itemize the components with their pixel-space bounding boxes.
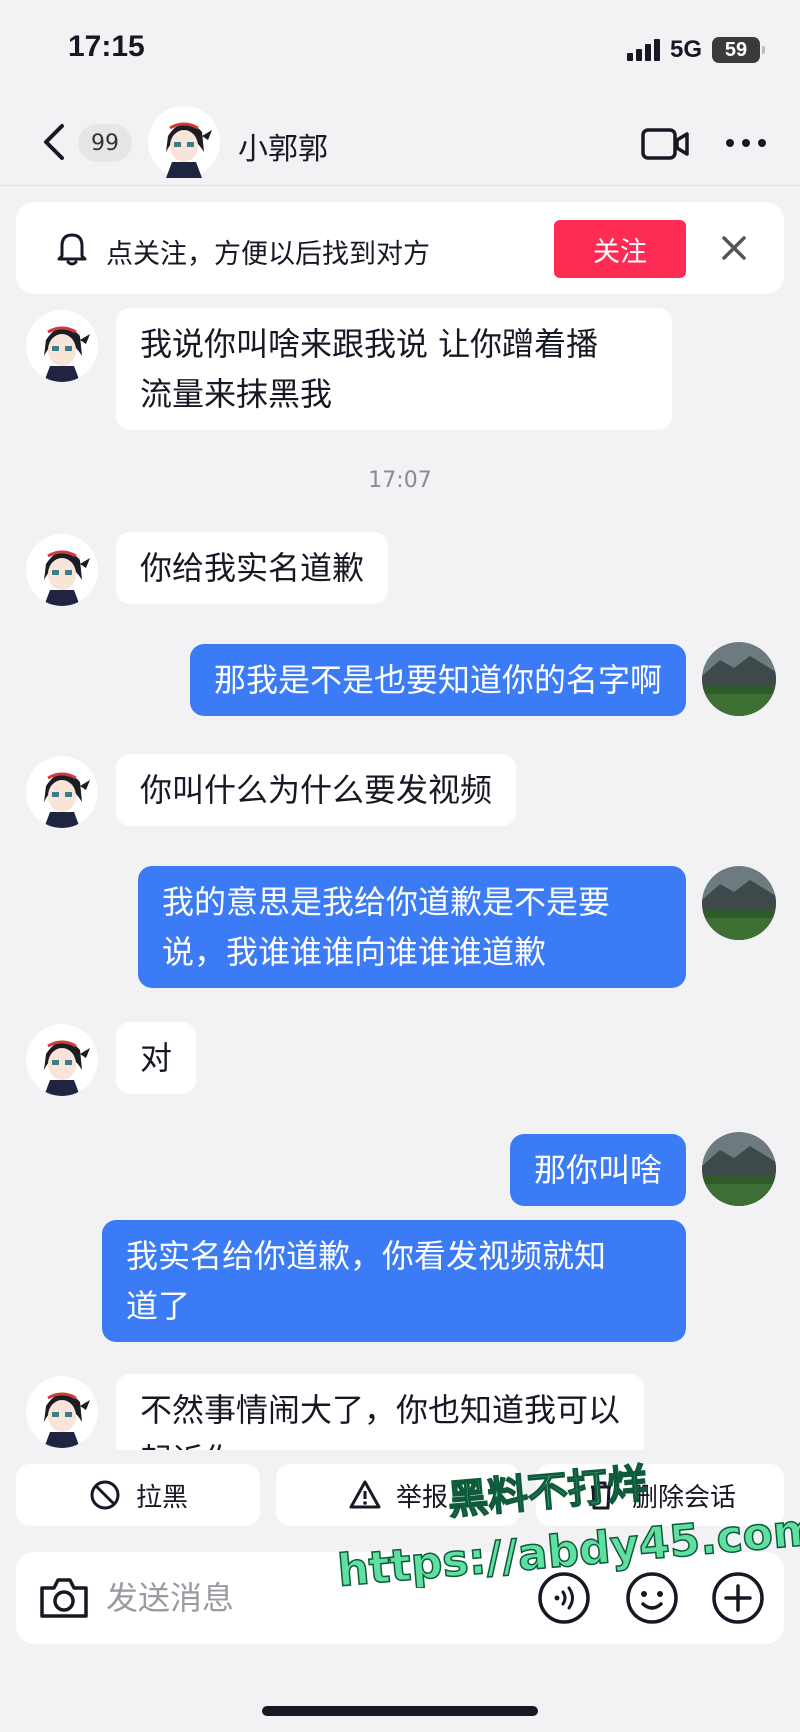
message-input[interactable]	[106, 1568, 536, 1628]
close-icon[interactable]	[716, 230, 752, 266]
status-indicators: 5G 59	[626, 36, 765, 64]
landscape-avatar-icon	[702, 866, 776, 940]
battery-icon: 59	[712, 37, 765, 63]
home-indicator	[262, 1706, 538, 1716]
video-call-icon[interactable]	[640, 124, 690, 164]
voice-message-icon[interactable]	[536, 1570, 592, 1626]
follow-button[interactable]: 关注	[554, 220, 686, 278]
message-bubble-incoming[interactable]: 不然事情闹大了，你也知道我可以 起诉你	[116, 1374, 645, 1450]
block-label: 拉黑	[135, 1482, 188, 1513]
report-button[interactable]: 举报	[276, 1464, 520, 1526]
message-line: 我的意思是我给你道歉是不是要	[162, 883, 611, 921]
self-avatar[interactable]	[702, 866, 776, 940]
status-bar: 17:15 5G 59	[0, 0, 800, 100]
anime-avatar-icon	[26, 756, 98, 828]
message-line: 道了	[126, 1287, 191, 1325]
message-bubble-incoming[interactable]: 我说你叫啥来跟我说 让你蹭着播 流量来抹黑我	[116, 308, 672, 430]
message-bubble-outgoing[interactable]: 那我是不是也要知道你的名字啊	[189, 644, 686, 716]
more-options-icon[interactable]	[724, 136, 768, 150]
landscape-avatar-icon	[702, 1132, 776, 1206]
anime-avatar-icon	[26, 310, 98, 382]
anime-avatar-icon	[26, 1024, 98, 1096]
message-line: 我实名给你道歉，你看发视频就知	[126, 1237, 607, 1275]
delete-conversation-button[interactable]: 删除会话	[536, 1464, 784, 1526]
quick-actions: 拉黑 举报 删除会话	[0, 1464, 800, 1532]
message-bubble-incoming[interactable]: 对	[116, 1022, 197, 1094]
follow-banner: 点关注，方便以后找到对方 关注	[16, 202, 784, 294]
block-button[interactable]: 拉黑	[16, 1464, 260, 1526]
sender-avatar[interactable]	[26, 756, 98, 828]
trash-icon	[590, 1481, 611, 1510]
message-timestamp: 17:07	[368, 468, 432, 493]
landscape-avatar-icon	[702, 642, 776, 716]
network-type: 5G	[669, 36, 702, 63]
message-line: 起诉你	[140, 1435, 620, 1450]
message-line: 你叫什么为什么要发视频	[140, 771, 493, 809]
message-line: 那我是不是也要知道你的名字啊	[213, 661, 662, 699]
sender-avatar[interactable]	[26, 1024, 98, 1096]
message-bubble-outgoing[interactable]: 那你叫啥	[509, 1134, 686, 1206]
message-line: 不然事情闹大了，你也知道我可以	[140, 1391, 621, 1429]
status-time: 17:15	[68, 30, 145, 63]
anime-avatar-icon	[148, 106, 220, 178]
anime-avatar-icon	[26, 534, 98, 606]
bell-icon	[57, 233, 87, 266]
emoji-icon[interactable]	[624, 1570, 680, 1626]
self-avatar[interactable]	[702, 1132, 776, 1206]
plus-icon[interactable]	[710, 1570, 766, 1626]
back-arrow-icon[interactable]	[36, 120, 76, 164]
message-line: 我说你叫啥来跟我说 让你蹭着播	[140, 325, 599, 363]
block-icon	[90, 1480, 120, 1510]
message-line: 说，我谁谁谁向谁谁谁道歉	[162, 933, 547, 971]
message-line: 你给我实名道歉	[140, 549, 365, 587]
message-line: 那你叫啥	[533, 1151, 662, 1189]
contact-name[interactable]: 小郭郭	[238, 124, 328, 168]
message-bubble-outgoing[interactable]: 我实名给你道歉，你看发视频就知 道了	[102, 1220, 686, 1342]
message-bubble-outgoing[interactable]: 我的意思是我给你道歉是不是要 说，我谁谁谁向谁谁谁道歉	[138, 866, 686, 988]
delete-conversation-label: 删除会话	[631, 1482, 736, 1513]
message-bubble-incoming[interactable]: 你叫什么为什么要发视频	[116, 754, 517, 826]
anime-avatar-icon	[26, 1376, 98, 1448]
follow-prompt-text: 点关注，方便以后找到对方	[106, 239, 430, 270]
unread-count-badge[interactable]: 99	[78, 124, 132, 162]
message-line: 对	[140, 1039, 173, 1077]
contact-avatar[interactable]	[148, 106, 220, 178]
self-avatar[interactable]	[702, 642, 776, 716]
signal-icon	[626, 39, 660, 61]
warning-icon	[349, 1480, 381, 1509]
message-bubble-incoming[interactable]: 你给我实名道歉	[116, 532, 389, 604]
sender-avatar[interactable]	[26, 534, 98, 606]
chat-header: 99 小郭郭	[0, 100, 800, 186]
message-line: 流量来抹黑我	[140, 375, 333, 413]
sender-avatar[interactable]	[26, 1376, 98, 1448]
message-composer	[16, 1552, 784, 1644]
report-label: 举报	[395, 1482, 448, 1513]
sender-avatar[interactable]	[26, 310, 98, 382]
camera-icon[interactable]	[36, 1572, 92, 1624]
